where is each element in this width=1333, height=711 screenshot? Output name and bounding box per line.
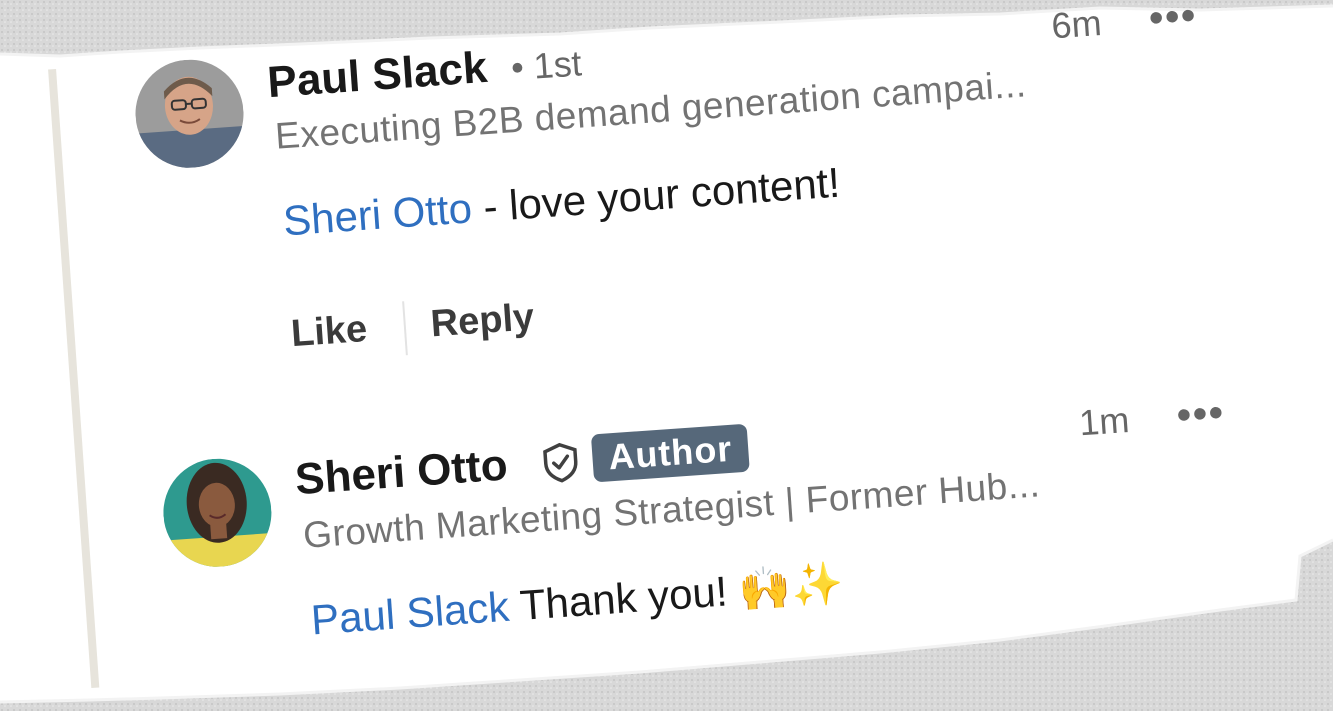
reply-button[interactable]: Reply [429, 296, 535, 346]
connection-degree: • 1st [509, 42, 583, 89]
more-options-icon[interactable]: ••• [1175, 390, 1226, 438]
more-options-icon[interactable]: ••• [1148, 0, 1199, 42]
comment-body: Sheri Otto - love your content! [282, 159, 842, 246]
comment-time: 6m [1050, 1, 1103, 47]
like-button[interactable]: Like [290, 308, 369, 356]
commenter-name[interactable]: Paul Slack [266, 43, 489, 108]
action-divider [402, 301, 408, 356]
avatar-sheri-otto[interactable] [159, 455, 276, 571]
screenshot-stage: Paul Slack • 1st Executing B2B demand ge… [0, 0, 1333, 711]
mention-link[interactable]: Paul Slack [309, 583, 510, 644]
thread-line [48, 68, 100, 688]
comment-text: Thank you! 🙌✨ [507, 559, 845, 630]
comment-body: Paul Slack Thank you! 🙌✨ [309, 559, 845, 645]
comment-time: 1m [1077, 398, 1131, 444]
comment-thread-card: Paul Slack • 1st Executing B2B demand ge… [40, 0, 1322, 688]
comment-text: - love your content! [470, 158, 842, 232]
author-badge: Author [590, 423, 750, 483]
commenter-name[interactable]: Sheri Otto [294, 440, 510, 505]
mention-link[interactable]: Sheri Otto [282, 184, 474, 244]
avatar-paul-slack[interactable] [131, 56, 248, 172]
verified-shield-icon [543, 442, 578, 483]
